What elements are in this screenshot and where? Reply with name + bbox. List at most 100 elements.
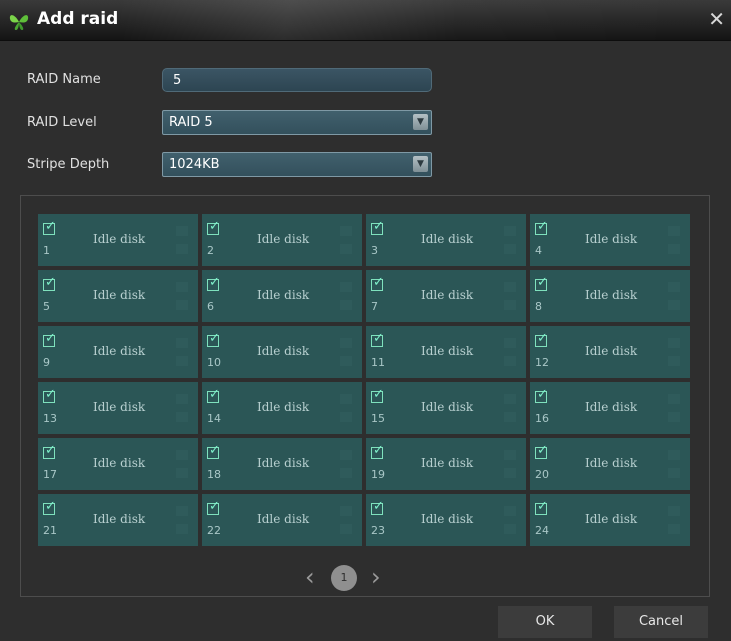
disk-status: Idle disk xyxy=(421,344,474,358)
disk-checkbox[interactable]: ✓ xyxy=(535,331,548,347)
disk-checkbox[interactable]: ✓ xyxy=(535,499,548,515)
disk-checkbox[interactable]: ✓ xyxy=(43,275,56,291)
disk-checkbox[interactable]: ✓ xyxy=(207,387,220,403)
disk-cell[interactable]: ✓ 2 Idle disk xyxy=(202,214,362,266)
disk-checkbox[interactable]: ✓ xyxy=(371,443,384,459)
disk-checkbox[interactable]: ✓ xyxy=(207,499,220,515)
disk-slot-indicator xyxy=(176,356,188,366)
disk-checkbox[interactable]: ✓ xyxy=(43,499,56,515)
disk-number: 14 xyxy=(207,412,221,425)
disk-checkbox[interactable]: ✓ xyxy=(371,499,384,515)
raid-name-label: RAID Name xyxy=(27,72,101,87)
disk-checkbox[interactable]: ✓ xyxy=(371,275,384,291)
checkbox-checked-icon: ✓ xyxy=(537,331,548,346)
disk-checkbox[interactable]: ✓ xyxy=(43,443,56,459)
checkbox-checked-icon: ✓ xyxy=(209,499,220,514)
add-raid-dialog: Add raid ✕ RAID Name 5 RAID Level RAID 5… xyxy=(0,0,731,641)
disk-status: Idle disk xyxy=(585,288,638,302)
disk-status: Idle disk xyxy=(257,232,310,246)
disk-slot-indicator xyxy=(668,282,680,292)
disk-slot-indicator xyxy=(176,394,188,404)
disk-cell[interactable]: ✓ 24 Idle disk xyxy=(530,494,690,546)
disk-checkbox[interactable]: ✓ xyxy=(43,219,56,235)
disk-checkbox[interactable]: ✓ xyxy=(207,331,220,347)
disk-checkbox[interactable]: ✓ xyxy=(535,387,548,403)
disk-slot-indicator xyxy=(504,282,516,292)
disk-slot-indicator xyxy=(668,412,680,422)
chevron-down-icon[interactable]: ▼ xyxy=(413,156,428,172)
checkbox-checked-icon: ✓ xyxy=(209,219,220,234)
disk-cell[interactable]: ✓ 23 Idle disk xyxy=(366,494,526,546)
disk-checkbox[interactable]: ✓ xyxy=(43,331,56,347)
checkbox-checked-icon: ✓ xyxy=(45,275,56,290)
disk-cell[interactable]: ✓ 15 Idle disk xyxy=(366,382,526,434)
stripe-depth-value: 1024KB xyxy=(169,157,220,172)
checkbox-checked-icon: ✓ xyxy=(209,275,220,290)
stripe-depth-select[interactable]: 1024KB ▼ xyxy=(162,152,432,177)
disk-status: Idle disk xyxy=(585,344,638,358)
disk-cell[interactable]: ✓ 20 Idle disk xyxy=(530,438,690,490)
disk-checkbox[interactable]: ✓ xyxy=(535,443,548,459)
disk-slot-indicator xyxy=(176,506,188,516)
cancel-button[interactable]: Cancel xyxy=(614,606,708,638)
disk-cell[interactable]: ✓ 9 Idle disk xyxy=(38,326,198,378)
disk-slot-indicator xyxy=(340,282,352,292)
disk-slot-indicator xyxy=(176,282,188,292)
chevron-down-icon[interactable]: ▼ xyxy=(413,114,428,130)
disk-slot-indicator xyxy=(504,506,516,516)
disk-checkbox[interactable]: ✓ xyxy=(43,387,56,403)
disk-status: Idle disk xyxy=(257,288,310,302)
disk-number: 22 xyxy=(207,524,221,537)
disk-cell[interactable]: ✓ 16 Idle disk xyxy=(530,382,690,434)
disk-number: 8 xyxy=(535,300,542,313)
disk-cell[interactable]: ✓ 13 Idle disk xyxy=(38,382,198,434)
disk-status: Idle disk xyxy=(585,400,638,414)
disk-cell[interactable]: ✓ 4 Idle disk xyxy=(530,214,690,266)
disk-cell[interactable]: ✓ 11 Idle disk xyxy=(366,326,526,378)
disk-cell[interactable]: ✓ 18 Idle disk xyxy=(202,438,362,490)
disk-number: 4 xyxy=(535,244,542,257)
disk-slot-indicator xyxy=(668,356,680,366)
disk-cell[interactable]: ✓ 3 Idle disk xyxy=(366,214,526,266)
disk-cell[interactable]: ✓ 17 Idle disk xyxy=(38,438,198,490)
disk-slot-indicator xyxy=(340,226,352,236)
raid-level-select[interactable]: RAID 5 ▼ xyxy=(162,110,432,135)
disk-cell[interactable]: ✓ 1 Idle disk xyxy=(38,214,198,266)
next-page-icon[interactable]: › xyxy=(371,565,381,589)
disk-slot-indicator xyxy=(504,300,516,310)
disk-cell[interactable]: ✓ 21 Idle disk xyxy=(38,494,198,546)
ok-button[interactable]: OK xyxy=(498,606,592,638)
disk-cell[interactable]: ✓ 7 Idle disk xyxy=(366,270,526,322)
disk-checkbox[interactable]: ✓ xyxy=(535,275,548,291)
disk-slot-indicator xyxy=(176,412,188,422)
disk-checkbox[interactable]: ✓ xyxy=(371,219,384,235)
disk-checkbox[interactable]: ✓ xyxy=(371,387,384,403)
disk-number: 12 xyxy=(535,356,549,369)
checkbox-checked-icon: ✓ xyxy=(373,219,384,234)
disk-slot-indicator xyxy=(176,450,188,460)
disk-cell[interactable]: ✓ 19 Idle disk xyxy=(366,438,526,490)
checkbox-checked-icon: ✓ xyxy=(537,275,548,290)
disk-slot-indicator xyxy=(340,338,352,348)
disk-checkbox[interactable]: ✓ xyxy=(535,219,548,235)
disk-checkbox[interactable]: ✓ xyxy=(371,331,384,347)
raid-name-input[interactable]: 5 xyxy=(162,68,432,92)
disk-slot-indicator xyxy=(668,394,680,404)
disk-number: 20 xyxy=(535,468,549,481)
disk-slot-indicator xyxy=(668,506,680,516)
page-number-button[interactable]: 1 xyxy=(331,565,357,591)
disk-number: 19 xyxy=(371,468,385,481)
disk-cell[interactable]: ✓ 10 Idle disk xyxy=(202,326,362,378)
disk-slot-indicator xyxy=(176,244,188,254)
disk-cell[interactable]: ✓ 22 Idle disk xyxy=(202,494,362,546)
disk-cell[interactable]: ✓ 12 Idle disk xyxy=(530,326,690,378)
disk-cell[interactable]: ✓ 8 Idle disk xyxy=(530,270,690,322)
disk-cell[interactable]: ✓ 6 Idle disk xyxy=(202,270,362,322)
close-icon[interactable]: ✕ xyxy=(708,8,725,30)
disk-cell[interactable]: ✓ 14 Idle disk xyxy=(202,382,362,434)
disk-cell[interactable]: ✓ 5 Idle disk xyxy=(38,270,198,322)
disk-checkbox[interactable]: ✓ xyxy=(207,219,220,235)
prev-page-icon[interactable]: ‹ xyxy=(305,565,315,589)
disk-checkbox[interactable]: ✓ xyxy=(207,443,220,459)
disk-checkbox[interactable]: ✓ xyxy=(207,275,220,291)
